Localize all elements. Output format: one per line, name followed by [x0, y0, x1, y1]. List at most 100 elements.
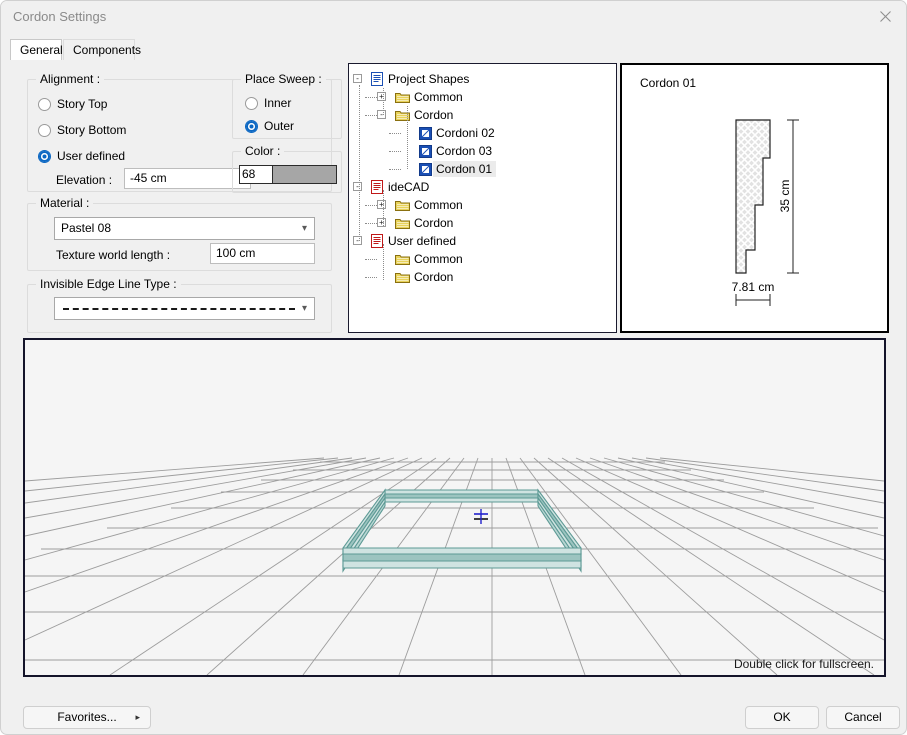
edge-line-group: Invisible Edge Line Type : ▾: [27, 284, 332, 333]
radio-story-bottom-label: Story Bottom: [57, 123, 126, 137]
close-icon[interactable]: [862, 1, 907, 32]
radio-inner-indicator: [245, 97, 258, 110]
favorites-button[interactable]: Favorites... ▸: [23, 706, 151, 729]
tree-item-cordon[interactable]: + Cordon: [349, 214, 616, 232]
expand-icon[interactable]: +: [377, 218, 386, 227]
shape-icon: [419, 163, 432, 176]
tree-item-cordon[interactable]: Cordon: [349, 268, 616, 286]
tree-item-common[interactable]: + Common: [349, 88, 616, 106]
alignment-group-title: Alignment :: [36, 72, 104, 86]
shape-icon: [419, 127, 432, 140]
tree-trunk: [383, 244, 384, 280]
collapse-icon[interactable]: -: [353, 236, 362, 245]
shapes-tree-panel[interactable]: -Project Shapes+Common-CordonCordoni 02C…: [348, 63, 617, 333]
height-dimension-text: 35 cm: [778, 180, 792, 213]
dashed-line-icon: [63, 308, 295, 310]
radio-story-top-label: Story Top: [57, 97, 107, 111]
material-combo-value: Pastel 08: [61, 221, 111, 235]
folder-icon: [395, 91, 410, 103]
tree-connector: [389, 133, 401, 134]
close-glyph: [880, 11, 891, 22]
tree-item-project-shapes[interactable]: - Project Shapes: [349, 70, 616, 88]
folder-icon: [395, 199, 410, 211]
radio-inner[interactable]: Inner: [245, 95, 291, 111]
radio-story-bottom[interactable]: Story Bottom: [38, 122, 126, 138]
profile-preview-drawing: 35 cm 7.81 cm: [622, 65, 887, 331]
material-combo[interactable]: Pastel 08 ▾: [54, 217, 315, 240]
place-sweep-group: Place Sweep : Inner Outer: [232, 79, 342, 139]
tree-trunk: [383, 190, 384, 226]
tree-item-user-defined[interactable]: -User defined: [349, 232, 616, 250]
chevron-down-icon: ▾: [302, 218, 307, 239]
tree-item-label: Project Shapes: [388, 72, 469, 86]
tree-item-label: Common: [414, 198, 463, 212]
tree-trunk: [383, 88, 384, 115]
title-bar: Cordon Settings: [1, 1, 907, 33]
radio-story-bottom-indicator: [38, 124, 51, 137]
folder-icon: [395, 253, 410, 265]
favorites-button-label: Favorites...: [57, 710, 116, 724]
folder-icon: [395, 253, 410, 265]
shape-preview-panel: Cordon 01 35 cm: [620, 63, 889, 333]
expand-icon[interactable]: +: [377, 92, 386, 101]
preview-title: Cordon 01: [640, 76, 696, 90]
document-icon-blue: [371, 72, 384, 86]
color-field[interactable]: 68: [239, 165, 337, 184]
tree-item-label: Common: [414, 252, 463, 266]
window-title: Cordon Settings: [13, 9, 106, 24]
tree-connector: [365, 97, 377, 98]
collapse-icon[interactable]: -: [377, 110, 386, 119]
tab-strip: General Components: [10, 39, 899, 61]
collapse-icon[interactable]: -: [353, 74, 362, 83]
tree-item-label: Cordon: [414, 216, 453, 230]
tree-item-label: Cordon: [414, 108, 453, 122]
tree-item-label: Common: [414, 90, 463, 104]
tab-components[interactable]: Components: [63, 39, 135, 60]
color-swatch[interactable]: [272, 166, 336, 183]
document-icon-blue: [371, 72, 384, 86]
tree-item-label: ideCAD: [388, 180, 429, 194]
collapse-icon[interactable]: -: [353, 182, 362, 191]
ok-button[interactable]: OK: [745, 706, 819, 729]
texture-world-length-label: Texture world length :: [56, 248, 170, 262]
tree-item-common[interactable]: Common: [349, 250, 616, 268]
3d-viewport[interactable]: Double click for fullscreen.: [23, 338, 886, 677]
radio-outer-indicator: [245, 120, 258, 133]
tree-item-label: Cordon 03: [436, 144, 492, 158]
chevron-down-icon: ▾: [302, 298, 307, 319]
radio-outer[interactable]: Outer: [245, 118, 294, 134]
radio-user-defined[interactable]: User defined: [38, 148, 125, 164]
tree-trunk: [359, 85, 360, 241]
chevron-right-icon: ▸: [135, 707, 140, 728]
material-group-title: Material :: [36, 196, 93, 210]
fullscreen-hint: Double click for fullscreen.: [734, 657, 874, 671]
expand-icon[interactable]: +: [377, 200, 386, 209]
tree-item-common[interactable]: + Common: [349, 196, 616, 214]
tree-item-cordon[interactable]: - Cordon: [349, 106, 616, 124]
color-index-input[interactable]: 68: [240, 166, 272, 183]
cancel-button[interactable]: Cancel: [826, 706, 900, 729]
folder-icon: [395, 271, 410, 283]
edge-line-group-title: Invisible Edge Line Type :: [36, 277, 181, 291]
elevation-label: Elevation :: [56, 173, 112, 187]
cordon-settings-window: Cordon Settings General Components Align…: [0, 0, 907, 735]
texture-world-length-input[interactable]: 100 cm: [210, 243, 315, 264]
shapes-tree: -Project Shapes+Common-CordonCordoni 02C…: [349, 64, 616, 286]
radio-story-top[interactable]: Story Top: [38, 96, 107, 112]
width-dimension-text: 7.81 cm: [732, 280, 775, 294]
radio-outer-label: Outer: [264, 119, 294, 133]
folder-icon: [395, 271, 410, 283]
tab-general[interactable]: General: [10, 39, 62, 60]
tree-connector: [365, 277, 377, 278]
radio-story-top-indicator: [38, 98, 51, 111]
material-group: Material : Pastel 08 ▾ Texture world len…: [27, 203, 332, 271]
edge-line-combo[interactable]: ▾: [54, 297, 315, 320]
tree-connector: [365, 223, 377, 224]
radio-user-defined-label: User defined: [57, 149, 125, 163]
radio-inner-label: Inner: [264, 96, 291, 110]
tree-item-idecad[interactable]: - ideCAD: [349, 178, 616, 196]
folder-icon: [395, 91, 410, 103]
place-sweep-group-title: Place Sweep :: [241, 72, 326, 86]
profile-outline: [736, 120, 770, 273]
radio-user-defined-indicator: [38, 150, 51, 163]
